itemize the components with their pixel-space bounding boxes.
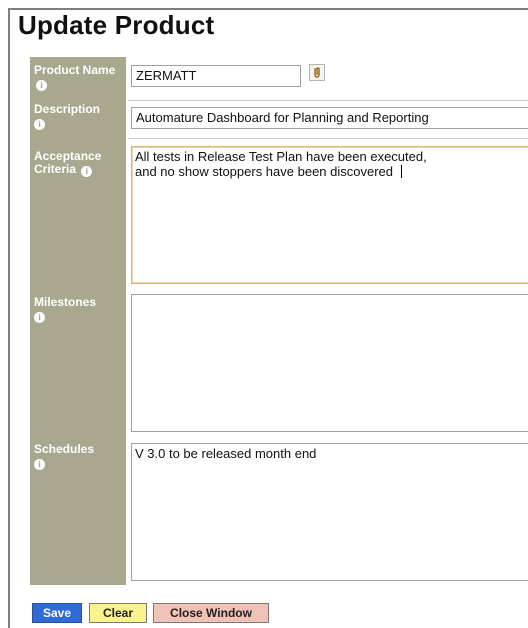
schedules-label: Schedules i	[34, 443, 128, 470]
info-icon[interactable]: i	[34, 312, 45, 323]
acceptance-criteria-textarea[interactable]: All tests in Release Test Plan have been…	[131, 146, 528, 284]
attachment-button[interactable]	[309, 64, 325, 81]
info-icon[interactable]: i	[34, 459, 45, 470]
acceptance-criteria-text: All tests in Release Test Plan have been…	[135, 149, 427, 179]
schedules-textarea[interactable]: V 3.0 to be released month end	[131, 443, 528, 581]
row-separator	[128, 100, 528, 101]
info-icon[interactable]: i	[81, 166, 93, 177]
acceptance-criteria-label: Acceptance Criteria i	[34, 150, 128, 177]
close-window-button[interactable]: Close Window	[153, 603, 269, 623]
info-icon[interactable]: i	[36, 80, 47, 91]
description-label: Description i	[34, 103, 128, 130]
description-input[interactable]: Automature Dashboard for Planning and Re…	[131, 107, 528, 129]
description-label-text: Description	[34, 102, 101, 116]
paperclip-icon	[314, 67, 320, 78]
text-cursor	[401, 165, 403, 178]
product-name-label-text: Product Name	[34, 63, 116, 77]
save-button[interactable]: Save	[32, 603, 82, 623]
page-title: Update Product	[18, 10, 215, 40]
milestones-label: Milestones i	[34, 296, 128, 323]
schedules-label-text: Schedules	[34, 442, 95, 456]
product-name-label: Product Name i	[34, 64, 128, 91]
product-name-input[interactable]: ZERMATT	[131, 65, 301, 87]
clear-button[interactable]: Clear	[89, 603, 147, 623]
milestones-textarea[interactable]	[131, 294, 528, 432]
row-separator	[128, 138, 528, 139]
info-icon[interactable]: i	[34, 119, 45, 130]
milestones-label-text: Milestones	[34, 295, 97, 309]
